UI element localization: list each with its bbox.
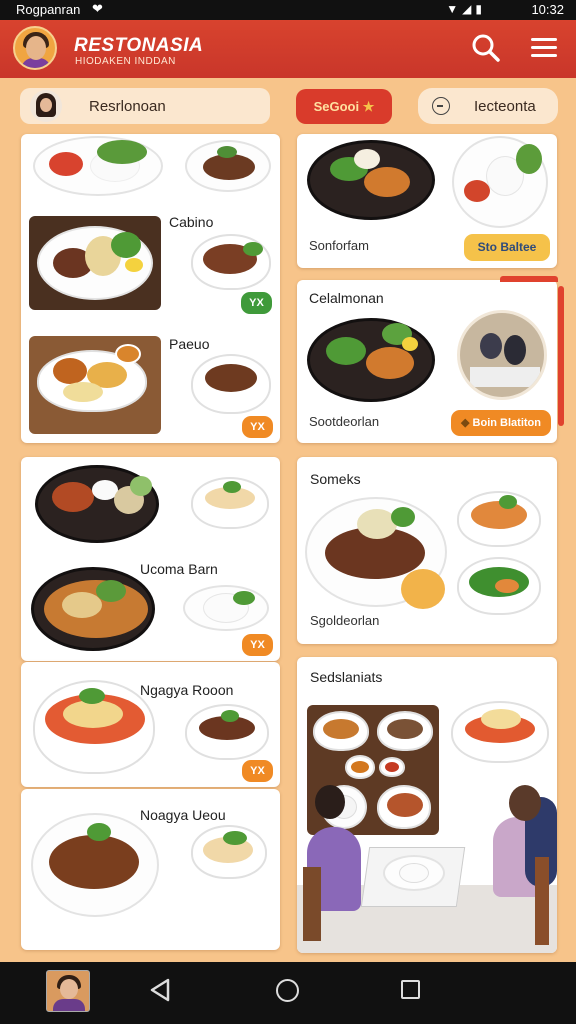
dish-kebab-plate (31, 813, 159, 917)
dish-side-bowl (191, 354, 271, 414)
clock-icon (432, 97, 450, 115)
dish-beef-plate (185, 140, 271, 192)
recent-apps-icon[interactable] (401, 980, 420, 999)
dish-pan (35, 465, 159, 543)
menu-card-right-1[interactable]: Sonforfam Sto Baltee (297, 134, 557, 268)
dish-badge-label: Boin Blatiton (472, 417, 541, 429)
status-bar: Rogpanran ❤ ▼◢▮ 10:32 (0, 0, 576, 20)
leaf-icon: ◆ (461, 417, 470, 429)
search-icon[interactable] (470, 32, 502, 64)
dish-title: Someks (310, 471, 361, 487)
carrier-label: Rogpanran (16, 2, 81, 17)
back-icon[interactable] (148, 978, 172, 1007)
menu-card-left-4[interactable]: Noagya Ueou (21, 789, 280, 950)
dish-noodle-bowl (33, 680, 155, 774)
dish-title: Paeuo (169, 336, 210, 352)
restaurant-photo (457, 310, 547, 400)
profile-filter-label: Resrlonoan (89, 98, 166, 115)
star-icon: ★ (362, 99, 375, 114)
profile-filter-chip[interactable]: Resrlonoan (20, 88, 270, 124)
clock-time: 10:32 (531, 2, 564, 17)
time-filter-label: Iecteonta (474, 98, 536, 115)
dish-side-bowl (191, 234, 271, 290)
dish-side-bowl (185, 704, 269, 760)
dish-rice-plate (183, 585, 269, 631)
dish-badge[interactable]: YX (242, 760, 273, 782)
app-logo[interactable] (13, 26, 57, 70)
brand-tagline: HIODAKEN INDDAN (75, 56, 176, 67)
dish-side-item (401, 569, 445, 609)
dish-badge[interactable]: Sto Baltee (464, 234, 550, 261)
menu-card-left-1[interactable]: Cabino YX Paeuo YX (21, 134, 280, 443)
app-bar: RESTONASIA HIODAKEN INDDAN (0, 20, 576, 78)
dish-title: Ngagya Rooon (140, 682, 234, 698)
menu-card-right-2[interactable]: Celalmonan Sootdeorlan ◆ Boin Blatiton (297, 280, 557, 443)
dish-pan (31, 567, 155, 651)
dish-badge[interactable]: YX (241, 292, 272, 314)
dish-pan (307, 140, 435, 220)
dish-subtitle: Sgoldeorlan (310, 613, 380, 628)
dish-title: Celalmonan (309, 290, 384, 306)
menu-icon[interactable] (527, 34, 561, 64)
home-icon[interactable] (276, 979, 299, 1002)
menu-card-left-3[interactable]: Ngagya Rooon YX (21, 662, 280, 787)
dish-photo-cabino (29, 216, 161, 310)
avatar (30, 90, 62, 122)
dish-pan (307, 318, 435, 402)
menu-card-left-2[interactable]: Ucoma Barn YX (21, 457, 280, 661)
special-filter-button[interactable]: SeGooi ★ (296, 89, 392, 124)
menu-card-right-4[interactable]: Sedslaniats (297, 657, 557, 953)
dish-title: Sedslaniats (310, 669, 383, 685)
dish-badge[interactable]: ◆ Boin Blatiton (451, 410, 551, 436)
dish-side-bowl (457, 557, 541, 615)
dish-title: Ucoma Barn (140, 561, 218, 577)
notification-icon: ❤ (92, 1, 103, 16)
dish-noodle-bowl (451, 701, 549, 763)
dish-badge[interactable]: YX (242, 634, 273, 656)
dish-subtitle: Sonforfam (309, 238, 369, 253)
brand-name: RESTONASIA (74, 35, 204, 56)
dish-rice-plate (452, 136, 548, 228)
dish-photo-paeuo (29, 336, 161, 434)
user-avatar-thumbnail[interactable] (46, 970, 90, 1012)
dish-rice-plate (33, 136, 163, 196)
time-filter-chip[interactable]: Iecteonta (418, 88, 558, 124)
dish-subtitle: Sootdeorlan (309, 414, 380, 429)
signal-icons: ▼◢▮ (446, 2, 486, 16)
special-filter-label: SeGooi (313, 99, 360, 114)
dish-side-bowl (457, 491, 541, 547)
scroll-tab (500, 276, 558, 282)
scrollbar[interactable] (558, 286, 564, 426)
dish-badge[interactable]: YX (242, 416, 273, 438)
dish-side-bowl (191, 477, 269, 529)
dish-title: Cabino (169, 214, 214, 230)
menu-card-right-3[interactable]: Someks Sgoldeorlan (297, 457, 557, 644)
dish-side-bowl (191, 825, 267, 879)
dish-title: Noagya Ueou (140, 807, 226, 823)
